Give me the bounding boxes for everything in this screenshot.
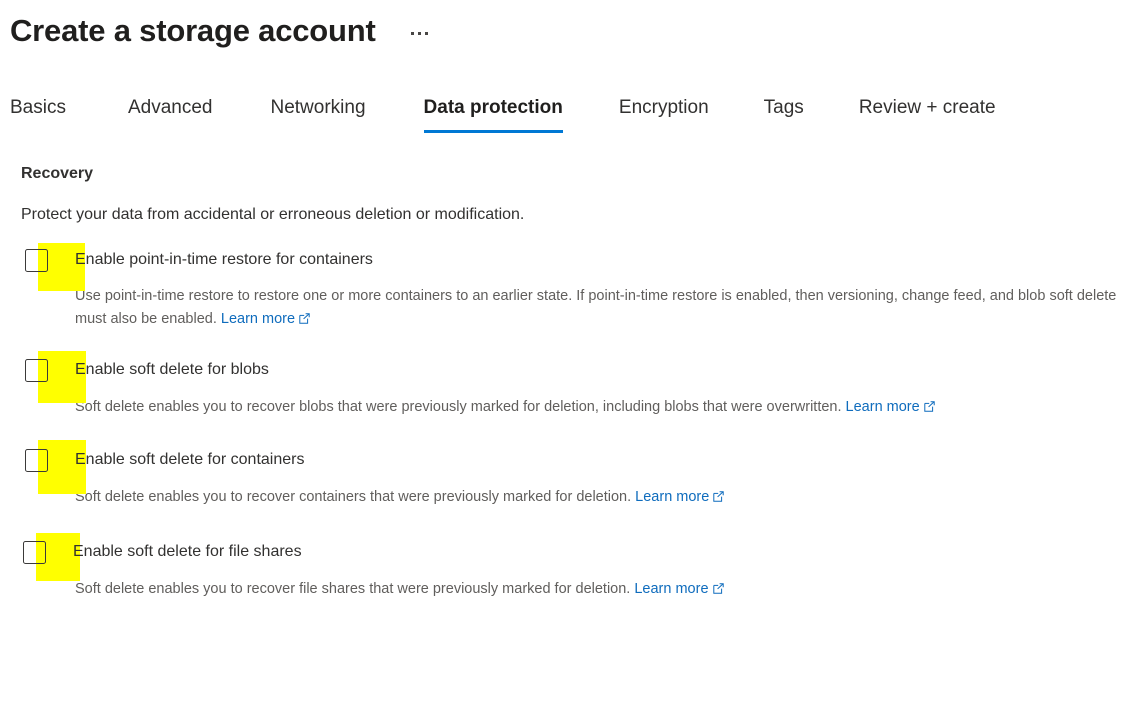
option-label[interactable]: Enable soft delete for containers (75, 449, 304, 471)
learn-more-link[interactable]: Learn more (846, 399, 935, 415)
option-soft-delete-blobs: Enable soft delete for blobs Soft delete… (21, 351, 1141, 420)
checkbox-unchecked-icon[interactable] (25, 249, 48, 272)
learn-more-label: Learn more (635, 489, 710, 505)
tab-data-protection[interactable]: Data protection (423, 95, 564, 133)
option-point-in-time-restore: Enable point-in-time restore for contain… (21, 243, 1141, 332)
option-row: Enable soft delete for blobs (21, 351, 1141, 403)
checkbox-unchecked-icon[interactable] (23, 541, 46, 564)
ellipsis-dot (410, 31, 414, 35)
option-label[interactable]: Enable point-in-time restore for contain… (75, 249, 373, 271)
external-link-icon (712, 579, 724, 602)
tab-networking[interactable]: Networking (270, 95, 365, 133)
create-storage-account-page: Create a storage account Basics Advanced… (0, 0, 1141, 727)
learn-more-label: Learn more (634, 581, 709, 597)
tab-review-create[interactable]: Review + create (859, 95, 996, 133)
tab-encryption[interactable]: Encryption (619, 95, 709, 133)
checkbox-unchecked-icon[interactable] (25, 359, 48, 382)
learn-more-link[interactable]: Learn more (635, 489, 725, 505)
tab-label: Advanced (127, 97, 213, 118)
option-description: Soft delete enables you to recover blobs… (75, 396, 1117, 420)
external-link-icon (713, 487, 725, 510)
tab-label: Basics (10, 97, 66, 118)
option-description: Use point-in-time restore to restore one… (75, 285, 1121, 332)
recovery-section-description: Protect your data from accidental or err… (21, 206, 525, 223)
tab-label: Review + create (858, 97, 996, 118)
tab-label: Networking (270, 97, 366, 118)
ellipsis-icon[interactable] (408, 28, 431, 39)
tab-label: Tags (763, 97, 804, 118)
option-row: Enable soft delete for containers (21, 440, 1141, 494)
option-soft-delete-file-shares: Enable soft delete for file shares Soft … (21, 533, 1141, 602)
option-description-text: Soft delete enables you to recover file … (75, 581, 631, 597)
option-label[interactable]: Enable soft delete for blobs (75, 359, 269, 381)
option-description-text: Soft delete enables you to recover blobs… (75, 399, 842, 415)
checkbox-unchecked-icon[interactable] (25, 449, 48, 472)
page-header: Create a storage account (0, 0, 1141, 54)
option-row: Enable soft delete for file shares (21, 533, 1141, 581)
tab-label: Data protection (423, 97, 563, 118)
option-description: Soft delete enables you to recover conta… (75, 486, 1121, 510)
tab-label: Encryption (618, 97, 709, 118)
option-description-text: Soft delete enables you to recover conta… (75, 489, 632, 505)
learn-more-label: Learn more (845, 399, 920, 415)
page-title: Create a storage account (10, 13, 376, 48)
external-link-icon (299, 309, 310, 332)
option-label[interactable]: Enable soft delete for file shares (73, 541, 302, 563)
option-soft-delete-containers: Enable soft delete for containers Soft d… (21, 440, 1141, 510)
tab-advanced[interactable]: Advanced (128, 95, 213, 133)
learn-more-label: Learn more (220, 311, 296, 327)
data-protection-panel: Recovery Protect your data from accident… (0, 163, 1141, 602)
learn-more-link[interactable]: Learn more (634, 581, 724, 597)
option-description: Soft delete enables you to recover file … (75, 578, 1121, 602)
recovery-options-list: Enable point-in-time restore for contain… (21, 243, 1141, 602)
recovery-section-heading: Recovery (21, 165, 94, 182)
learn-more-link[interactable]: Learn more (221, 311, 310, 327)
tab-tags[interactable]: Tags (764, 95, 804, 133)
tab-basics[interactable]: Basics (10, 95, 66, 133)
option-row: Enable point-in-time restore for contain… (21, 243, 1141, 291)
ellipsis-dot (417, 31, 421, 35)
ellipsis-dot (424, 31, 428, 35)
external-link-icon (924, 397, 935, 420)
wizard-tabs: Basics Advanced Networking Data protecti… (0, 91, 1141, 133)
